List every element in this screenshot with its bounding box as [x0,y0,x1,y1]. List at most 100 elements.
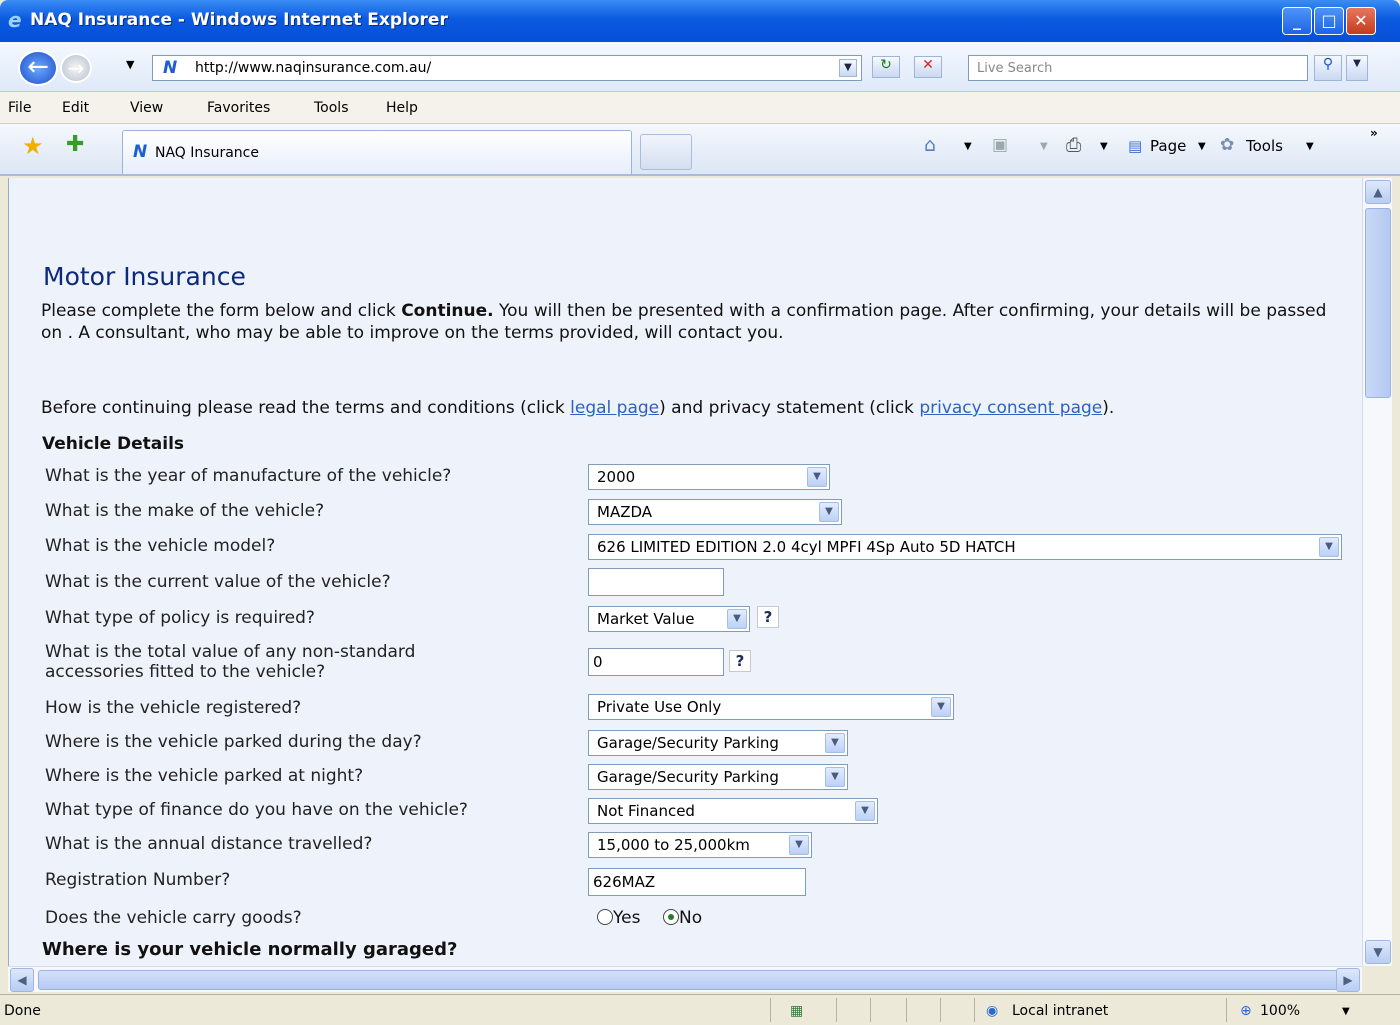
year-select[interactable]: 2000 ▼ [588,464,830,490]
address-bar[interactable]: N http://www.naqinsurance.com.au/ ▼ [152,55,862,81]
minimize-button[interactable]: _ [1282,7,1312,35]
status-divider [1226,998,1227,1022]
registration-input[interactable]: 626MAZ [588,868,806,896]
feeds-icon[interactable]: ▣ [992,135,1008,155]
scroll-down-icon[interactable]: ▼ [1365,940,1391,964]
radio-checked-icon [663,909,679,925]
menu-file[interactable]: File [8,100,31,116]
address-dropdown-icon[interactable]: ▼ [839,59,857,77]
finance-question: What type of finance do you have on the … [45,800,468,820]
security-zone: Local intranet [1012,1003,1109,1019]
chevron-down-icon: ▼ [931,697,951,717]
search-input[interactable]: Live Search [968,55,1308,81]
day-parking-select[interactable]: Garage/Security Parking ▼ [588,730,848,756]
tools-menu-button[interactable]: Tools [1246,137,1283,155]
tab-naq-insurance[interactable]: N NAQ Insurance [122,130,632,174]
status-divider [906,998,907,1022]
horizontal-scroll-thumb[interactable] [38,970,1338,990]
page-dropdown-icon[interactable]: ▼ [1198,141,1206,152]
radio-unchecked-icon [597,909,613,925]
garage-location-heading: Where is your vehicle normally garaged? [42,939,458,960]
year-question: What is the year of manufacture of the v… [45,466,452,486]
make-select[interactable]: MAZDA ▼ [588,499,842,525]
goods-yes-radio[interactable]: Yes [597,908,640,928]
zoom-dropdown-icon[interactable]: ▼ [1342,1006,1350,1017]
menu-bar: File Edit View Favorites Tools Help [0,92,1400,124]
night-parking-select[interactable]: Garage/Security Parking ▼ [588,764,848,790]
refresh-icon[interactable]: ↻ [872,56,900,78]
page-menu-button[interactable]: Page [1150,137,1186,155]
maximize-button[interactable]: □ [1314,7,1344,35]
feeds-dropdown-icon[interactable]: ▼ [1040,141,1048,152]
chevron-down-icon: ▼ [825,767,845,787]
window-title-bar: e NAQ Insurance - Windows Internet Explo… [0,0,1400,42]
distance-select[interactable]: 15,000 to 25,000km ▼ [588,832,812,858]
favorites-star-icon[interactable]: ★ [22,132,44,160]
tools-dropdown-icon[interactable]: ▼ [1306,141,1314,152]
night-parking-question: Where is the vehicle parked at night? [45,766,364,786]
close-button[interactable]: ✕ [1346,7,1376,35]
globe-icon: ◉ [986,1003,999,1019]
tab-favicon-icon: N [133,142,148,162]
registered-select[interactable]: Private Use Only ▼ [588,694,954,720]
zoom-level[interactable]: 100% [1260,1003,1300,1019]
vehicle-value-input[interactable] [588,568,724,596]
policy-select[interactable]: Market Value ▼ [588,606,750,632]
vertical-scrollbar[interactable]: ▲ ▼ [1362,178,1392,966]
add-favorite-icon[interactable]: ✚ [66,132,84,157]
chevron-down-icon: ▼ [825,733,845,753]
scroll-up-icon[interactable]: ▲ [1365,180,1391,204]
menu-favorites[interactable]: Favorites [207,100,270,116]
search-icon[interactable]: ⚲ [1314,55,1342,81]
model-question: What is the vehicle model? [45,536,276,556]
vertical-scroll-thumb[interactable] [1365,208,1391,398]
chevron-down-icon: ▼ [789,835,809,855]
search-options-icon[interactable]: ▼ [1346,55,1368,81]
chevron-down-icon: ▼ [819,502,839,522]
status-divider [836,998,837,1022]
scroll-left-icon[interactable]: ◀ [10,968,34,992]
history-dropdown-icon[interactable]: ▼ [126,58,134,71]
forward-button[interactable]: → [60,53,92,83]
window-title: NAQ Insurance - Windows Internet Explore… [30,10,448,30]
intro-text: Please complete the form below and click… [41,301,1327,343]
horizontal-scrollbar[interactable]: ◀ ▶ [8,966,1362,992]
vehicle-details-heading: Vehicle Details [42,434,185,454]
menu-view[interactable]: View [130,100,163,116]
goods-no-radio[interactable]: No [663,908,702,928]
value-question: What is the current value of the vehicle… [45,572,391,592]
chevron-down-icon: ▼ [1319,537,1339,557]
menu-help[interactable]: Help [386,100,418,116]
scroll-right-icon[interactable]: ▶ [1336,968,1360,992]
status-divider [870,998,871,1022]
toolbar-overflow-icon[interactable]: » [1370,126,1378,140]
page-content: Motor Insurance Please complete the form… [8,178,1362,966]
menu-edit[interactable]: Edit [62,100,89,116]
privacy-consent-link[interactable]: privacy consent page [919,398,1102,418]
tools-gear-icon: ✿ [1220,135,1235,155]
accessories-help-icon[interactable]: ? [729,650,751,672]
address-url: http://www.naqinsurance.com.au/ [195,60,432,76]
goods-question: Does the vehicle carry goods? [45,908,302,928]
stop-icon[interactable]: ✕ [914,56,942,78]
model-select[interactable]: 626 LIMITED EDITION 2.0 4cyl MPFI 4Sp Au… [588,534,1342,560]
home-dropdown-icon[interactable]: ▼ [964,141,972,152]
policy-help-icon[interactable]: ? [757,606,779,628]
page-title: Motor Insurance [43,262,246,291]
status-divider [770,998,771,1022]
zoom-icon: ⊕ [1240,1003,1252,1019]
new-tab-button[interactable] [640,134,692,170]
back-button[interactable]: ← [18,50,58,86]
search-placeholder: Live Search [977,61,1053,76]
policy-question: What type of policy is required? [45,608,315,628]
finance-select[interactable]: Not Financed ▼ [588,798,878,824]
menu-tools[interactable]: Tools [314,100,349,116]
legal-page-link[interactable]: legal page [570,398,659,418]
page-icon: ▤ [1128,137,1143,155]
home-icon[interactable]: ⌂ [924,134,936,156]
accessories-input[interactable]: 0 [588,648,724,676]
print-icon[interactable]: ⎙ [1066,134,1081,156]
chevron-down-icon: ▼ [855,801,875,821]
print-dropdown-icon[interactable]: ▼ [1100,141,1108,152]
chevron-down-icon: ▼ [727,609,747,629]
